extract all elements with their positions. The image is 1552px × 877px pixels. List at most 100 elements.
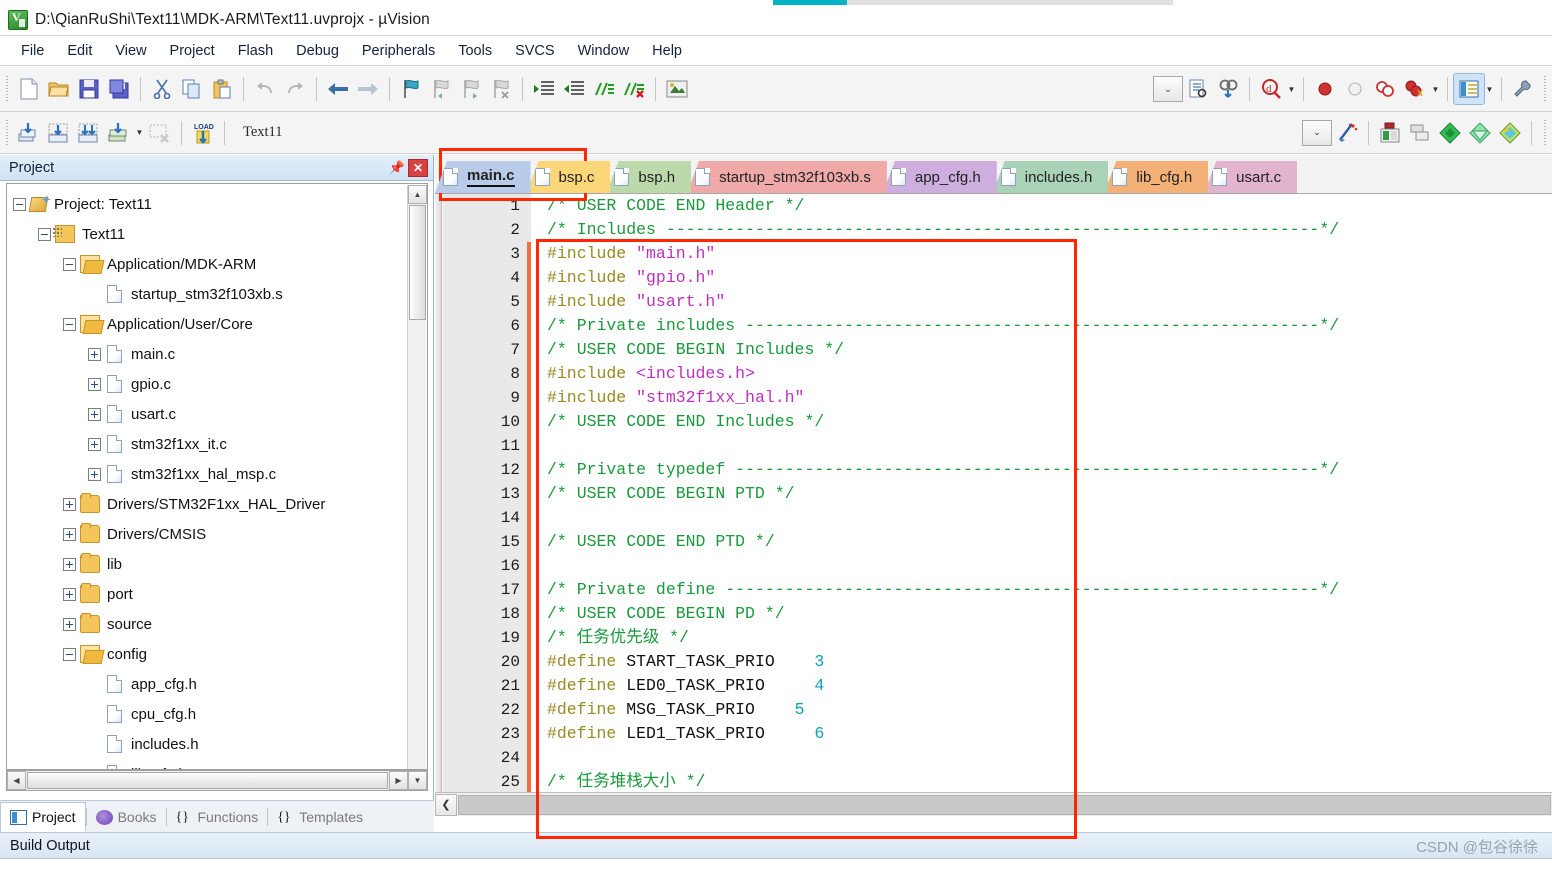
scroll-left-icon[interactable]: ❮ — [435, 793, 457, 816]
stop-build-icon[interactable] — [145, 118, 175, 148]
bookmark-clear-icon[interactable] — [486, 74, 516, 104]
toolbar-grip[interactable] — [1542, 119, 1549, 146]
editor-tab-bsp-h[interactable]: bsp.h — [606, 161, 692, 193]
code-line[interactable]: 7 /* USER CODE BEGIN Includes */ — [443, 338, 1552, 362]
disable-all-breakpoints-icon[interactable] — [1370, 74, 1400, 104]
tree-item[interactable]: usart.c — [13, 399, 407, 429]
scroll-right-icon[interactable]: ▶ — [389, 771, 408, 790]
panel-tab-templates[interactable]: {} Templates — [268, 802, 372, 832]
build-target-icon[interactable] — [662, 74, 692, 104]
code-line[interactable]: 11 — [443, 434, 1552, 458]
code-line[interactable]: 4 #include "gpio.h" — [443, 266, 1552, 290]
scroll-up-icon[interactable]: ▲ — [408, 185, 427, 204]
batch-build-icon[interactable] — [104, 118, 134, 148]
collapse-icon[interactable] — [63, 647, 76, 661]
tree-item[interactable]: includes.h — [13, 729, 407, 759]
menu-item-file[interactable]: File — [10, 40, 55, 62]
tree-hscroll-thumb[interactable] — [27, 772, 388, 789]
target-options-icon[interactable] — [1375, 118, 1405, 148]
project-tree[interactable]: Project: Text11 Text11 Application/MDK-ARM… — [6, 183, 428, 770]
code-line[interactable]: 13 /* USER CODE BEGIN PTD */ — [443, 482, 1552, 506]
disable-breakpoint-icon[interactable] — [1340, 74, 1370, 104]
save-all-icon[interactable] — [104, 74, 134, 104]
editor-tab-app_cfg-h[interactable]: app_cfg.h — [882, 161, 997, 193]
tree-item[interactable]: stm32f1xx_hal_msp.c — [13, 459, 407, 489]
editor-tab-lib_cfg-h[interactable]: lib_cfg.h — [1104, 161, 1209, 193]
collapse-icon[interactable] — [38, 227, 51, 241]
expand-icon[interactable] — [88, 377, 101, 391]
code-line[interactable]: 21 #define LED0_TASK_PRIO 4 — [443, 674, 1552, 698]
editor-tab-includes-h[interactable]: includes.h — [992, 161, 1109, 193]
new-file-icon[interactable] — [14, 74, 44, 104]
tree-horizontal-scrollbar[interactable]: ◀ ▶ ▼ — [6, 770, 428, 791]
tree-item[interactable]: Application/User/Core — [13, 309, 407, 339]
code-line[interactable]: 18 /* USER CODE BEGIN PD */ — [443, 602, 1552, 626]
code-editor[interactable]: 1 /* USER CODE END Header */ 2 /* Includes … — [435, 193, 1552, 816]
save-icon[interactable] — [74, 74, 104, 104]
menu-item-view[interactable]: View — [104, 40, 157, 62]
source-browse-icon[interactable] — [1183, 74, 1213, 104]
insert-breakpoint-icon[interactable] — [1310, 74, 1340, 104]
code-line[interactable]: 16 — [443, 554, 1552, 578]
code-line[interactable]: 6 /* Private includes -------------------… — [443, 314, 1552, 338]
code-line[interactable]: 25 /* 任务堆栈大小 */ — [443, 770, 1552, 794]
menu-item-edit[interactable]: Edit — [56, 40, 103, 62]
bookmark-next-icon[interactable] — [456, 74, 486, 104]
menu-item-debug[interactable]: Debug — [285, 40, 350, 62]
expand-icon[interactable] — [63, 557, 76, 571]
menu-item-help[interactable]: Help — [641, 40, 693, 62]
code-line[interactable]: 24 — [443, 746, 1552, 770]
tree-item[interactable]: lib — [13, 549, 407, 579]
menu-item-peripherals[interactable]: Peripherals — [351, 40, 446, 62]
code-line[interactable]: 14 — [443, 506, 1552, 530]
tree-item[interactable]: Drivers/STM32F1xx_HAL_Driver — [13, 489, 407, 519]
close-icon[interactable]: ✕ — [408, 158, 428, 177]
scroll-left-icon[interactable]: ◀ — [7, 771, 26, 790]
panel-tab-books[interactable]: Books — [87, 802, 166, 832]
code-line[interactable]: 20 #define START_TASK_PRIO 3 — [443, 650, 1552, 674]
navigate-back-icon[interactable] — [323, 74, 353, 104]
tree-item[interactable]: Application/MDK-ARM — [13, 249, 407, 279]
menu-item-project[interactable]: Project — [159, 40, 226, 62]
code-line[interactable]: 12 /* Private typedef -------------------… — [443, 458, 1552, 482]
components-icon[interactable] — [1465, 118, 1495, 148]
menu-item-window[interactable]: Window — [567, 40, 641, 62]
code-line[interactable]: 10 /* USER CODE END Includes */ — [443, 410, 1552, 434]
code-line[interactable]: 2 /* Includes ---------------------------… — [443, 218, 1552, 242]
tree-item[interactable]: stm32f1xx_it.c — [13, 429, 407, 459]
download-load-icon[interactable]: LOAD — [188, 118, 218, 148]
menu-item-tools[interactable]: Tools — [447, 40, 503, 62]
bookmark-prev-icon[interactable] — [426, 74, 456, 104]
code-line[interactable]: 19 /* 任务优先级 */ — [443, 626, 1552, 650]
kill-all-breakpoints-icon[interactable]: x — [1400, 74, 1430, 104]
outdent-icon[interactable] — [559, 74, 589, 104]
tree-vertical-scrollbar[interactable]: ▲ — [407, 185, 427, 769]
code-line[interactable]: 1 /* USER CODE END Header */ — [443, 194, 1552, 218]
redo-icon[interactable] — [280, 74, 310, 104]
copy-icon[interactable] — [177, 74, 207, 104]
collapse-icon[interactable] — [63, 257, 76, 271]
editor-horizontal-scrollbar[interactable]: ❮ — [435, 792, 1552, 816]
collapse-icon[interactable] — [13, 197, 26, 211]
editor-hscroll-thumb[interactable] — [458, 794, 1551, 815]
bookmark-toggle-icon[interactable] — [396, 74, 426, 104]
code-line[interactable]: 23 #define LED1_TASK_PRIO 6 — [443, 722, 1552, 746]
manage-project-items-icon[interactable] — [1405, 118, 1435, 148]
menu-item-flash[interactable]: Flash — [227, 40, 284, 62]
tree-item[interactable]: lib_cfg.h — [13, 759, 407, 769]
toolbar-grip[interactable] — [4, 119, 11, 146]
multi-project-icon[interactable] — [1435, 118, 1465, 148]
cut-icon[interactable] — [147, 74, 177, 104]
magic-wand-icon[interactable] — [1332, 118, 1362, 148]
chevron-down-icon[interactable]: ▼ — [134, 118, 145, 148]
tree-item[interactable]: gpio.c — [13, 369, 407, 399]
menu-item-svcs[interactable]: SVCS — [504, 40, 566, 62]
collapse-icon[interactable] — [63, 317, 76, 331]
tree-item[interactable]: source — [13, 609, 407, 639]
paste-icon[interactable] — [207, 74, 237, 104]
debug-session-icon[interactable]: d — [1256, 74, 1286, 104]
code-line[interactable]: 3 #include "main.h" — [443, 242, 1552, 266]
find-in-files-icon[interactable] — [1213, 74, 1243, 104]
configure-icon[interactable] — [1508, 74, 1538, 104]
editor-tab-bsp-c[interactable]: bsp.c — [526, 161, 611, 193]
